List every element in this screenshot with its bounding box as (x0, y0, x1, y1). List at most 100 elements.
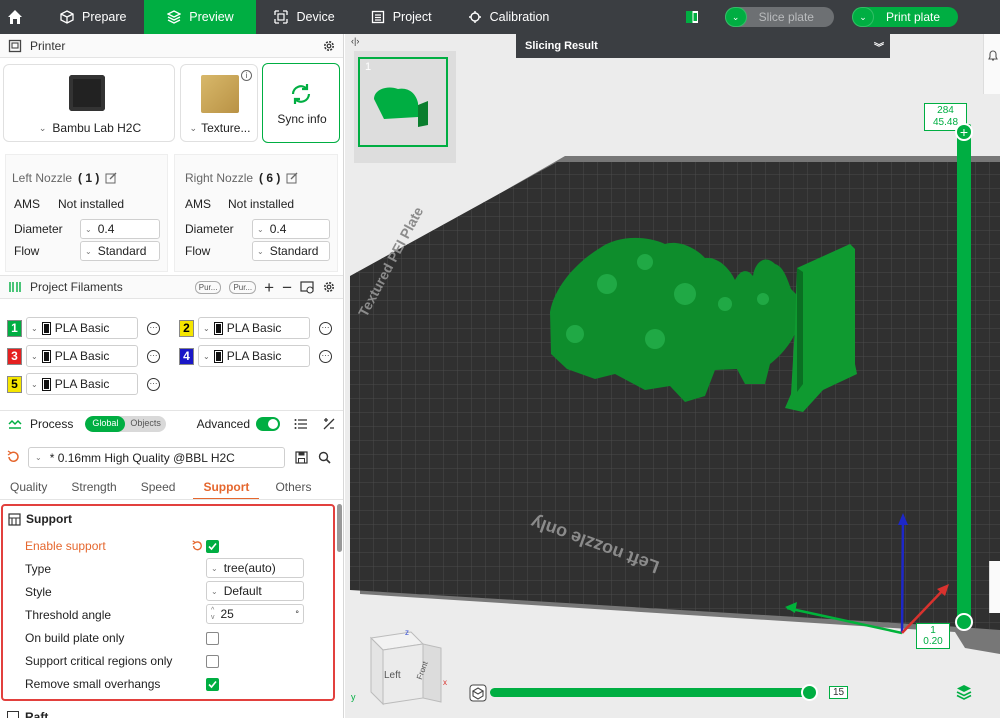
remove-icon[interactable]: − (282, 279, 292, 296)
filament-item-2[interactable]: 2 ⌄ PLA Basic ··· (179, 317, 332, 339)
advanced-switch[interactable] (256, 416, 280, 431)
threshold-angle-spinner[interactable]: ^ v 25 ° (206, 604, 304, 624)
list-icon[interactable] (294, 417, 308, 431)
notification-tab[interactable] (983, 34, 1000, 94)
save-icon[interactable] (295, 451, 308, 464)
edit-icon[interactable] (286, 172, 298, 184)
home-icon[interactable] (0, 0, 30, 34)
tab-others[interactable]: Others (259, 476, 321, 500)
slice-plate-button[interactable]: ⌄ Slice plate (724, 7, 834, 27)
critical-regions-checkbox[interactable] (206, 655, 219, 668)
more-options-icon[interactable]: ··· (319, 321, 332, 335)
undo-reset-icon[interactable] (191, 540, 203, 552)
right-flow-select[interactable]: ⌄ Standard (252, 241, 330, 261)
right-diameter-select[interactable]: ⌄ 0.4 (252, 219, 330, 239)
slicing-result-panel[interactable]: Slicing Result ︾ (516, 34, 890, 58)
gear-icon[interactable] (322, 39, 336, 53)
filament-item-1[interactable]: 1 ⌄ PLA Basic ··· (7, 317, 160, 339)
add-icon[interactable]: + (264, 279, 274, 296)
enable-support-label: Enable support (25, 539, 106, 553)
collapse-icon[interactable]: ︾ (874, 39, 884, 54)
right-nozzle-count: ( 6 ) (259, 171, 281, 185)
layer-slider-track[interactable] (957, 124, 971, 626)
left-ams-value: Not installed (58, 197, 125, 211)
plate-thumbnail[interactable]: 1 (358, 57, 448, 147)
tab-prepare[interactable]: Prepare (42, 0, 144, 34)
layers-toggle-icon[interactable] (956, 684, 972, 700)
filament-select-1[interactable]: ⌄ PLA Basic (26, 317, 138, 339)
purge-button-1[interactable]: Pur... (194, 280, 222, 294)
move-slider-track[interactable] (490, 688, 809, 697)
tab-speed[interactable]: Speed (127, 476, 186, 500)
edit-icon[interactable] (105, 172, 117, 184)
filament-swatch (42, 322, 50, 334)
tab-quality[interactable]: Quality (0, 476, 57, 500)
global-toggle[interactable]: Global (85, 415, 126, 432)
chevron-down-icon[interactable]: ⌄ (724, 7, 747, 27)
collapse-sidebar-icon[interactable]: ‹|› (351, 36, 359, 46)
spinner-arrows-icon[interactable]: ^ v (211, 607, 215, 621)
filament-select-4[interactable]: ⌄ PLA Basic (198, 345, 310, 367)
info-icon[interactable]: i (241, 70, 252, 81)
fit-view-icon[interactable] (469, 684, 487, 702)
gear-icon[interactable] (322, 280, 336, 294)
filament-select-3[interactable]: ⌄ PLA Basic (26, 345, 138, 367)
tab-preview[interactable]: Preview (144, 0, 257, 34)
layer-top-handle[interactable]: + (955, 123, 973, 141)
support-title: Support (26, 512, 72, 526)
more-options-icon[interactable]: ··· (147, 377, 160, 391)
support-type-select[interactable]: ⌄ tree(auto) (206, 558, 304, 578)
tab-support[interactable]: Support (193, 476, 260, 500)
support-style-select[interactable]: ⌄ Default (206, 581, 304, 601)
sync-info-button[interactable]: Sync info (262, 63, 340, 143)
filament-item-4[interactable]: 4 ⌄ PLA Basic ··· (179, 345, 332, 367)
bell-icon[interactable] (987, 50, 999, 62)
undo-reset-icon[interactable] (6, 450, 20, 464)
more-options-icon[interactable]: ··· (147, 321, 160, 335)
view-cube[interactable]: Left Front z x y (351, 626, 449, 710)
left-nozzle-panel: Left Nozzle ( 1 ) AMS Not installed Diam… (5, 154, 168, 272)
print-plate-button[interactable]: ⌄ Print plate (851, 7, 958, 27)
filament-name-4: PLA Basic (226, 349, 282, 363)
more-options-icon[interactable]: ··· (319, 349, 332, 363)
support-style-value: Default (223, 584, 262, 598)
layer-bottom-handle[interactable] (955, 613, 973, 631)
compare-icon[interactable] (322, 417, 336, 431)
chevron-down-icon[interactable]: ⌄ (851, 7, 874, 27)
filament-select-5[interactable]: ⌄ PLA Basic (26, 373, 138, 395)
filament-sync-icon[interactable] (300, 280, 314, 294)
settings-scrollbar[interactable] (337, 504, 342, 552)
global-objects-toggle[interactable]: Global Objects (85, 415, 166, 432)
enable-support-checkbox[interactable] (206, 540, 219, 553)
process-preset-select[interactable]: ⌄ * 0.16mm High Quality @BBL H2C (28, 447, 285, 468)
tab-strength[interactable]: Strength (57, 476, 126, 500)
tab-calibration[interactable]: Calibration (450, 0, 568, 34)
view-cube-left-label[interactable]: Left (384, 670, 401, 681)
filament-item-5[interactable]: 5 ⌄ PLA Basic ··· (7, 373, 160, 395)
move-slider-handle[interactable] (801, 684, 818, 701)
project-icon (371, 10, 384, 24)
raft-section-header: Raft (7, 710, 48, 718)
tab-project[interactable]: Project (353, 0, 450, 34)
left-diameter-select[interactable]: ⌄ 0.4 (80, 219, 160, 239)
filament-item-3[interactable]: 3 ⌄ PLA Basic ··· (7, 345, 160, 367)
tab-device-label: Device (296, 10, 335, 24)
3d-viewport[interactable]: Left nozzle only Textured PEI Plate Slic… (345, 34, 1000, 718)
plate-type-card[interactable]: i ⌄ Texture... (180, 64, 258, 142)
search-icon[interactable] (318, 451, 331, 464)
filament-swatch (214, 322, 222, 334)
plate-thumbnail-panel[interactable]: 1 (354, 51, 456, 163)
printer-icon (8, 39, 22, 52)
plate-view-icon[interactable] (685, 10, 699, 24)
chevron-down-icon: ⌄ (31, 379, 38, 389)
tab-device[interactable]: Device (256, 0, 352, 34)
build-plate-only-checkbox[interactable] (206, 632, 219, 645)
objects-toggle[interactable]: Objects (125, 416, 166, 432)
printer-model-card[interactable]: ⌄ Bambu Lab H2C (3, 64, 175, 142)
more-options-icon[interactable]: ··· (147, 349, 160, 363)
left-flow-select[interactable]: ⌄ Standard (80, 241, 160, 261)
filament-select-2[interactable]: ⌄ PLA Basic (198, 317, 310, 339)
right-ams-label: AMS (185, 197, 212, 211)
purge-button-2[interactable]: Pur... (229, 280, 257, 294)
remove-overhangs-checkbox[interactable] (206, 678, 219, 691)
